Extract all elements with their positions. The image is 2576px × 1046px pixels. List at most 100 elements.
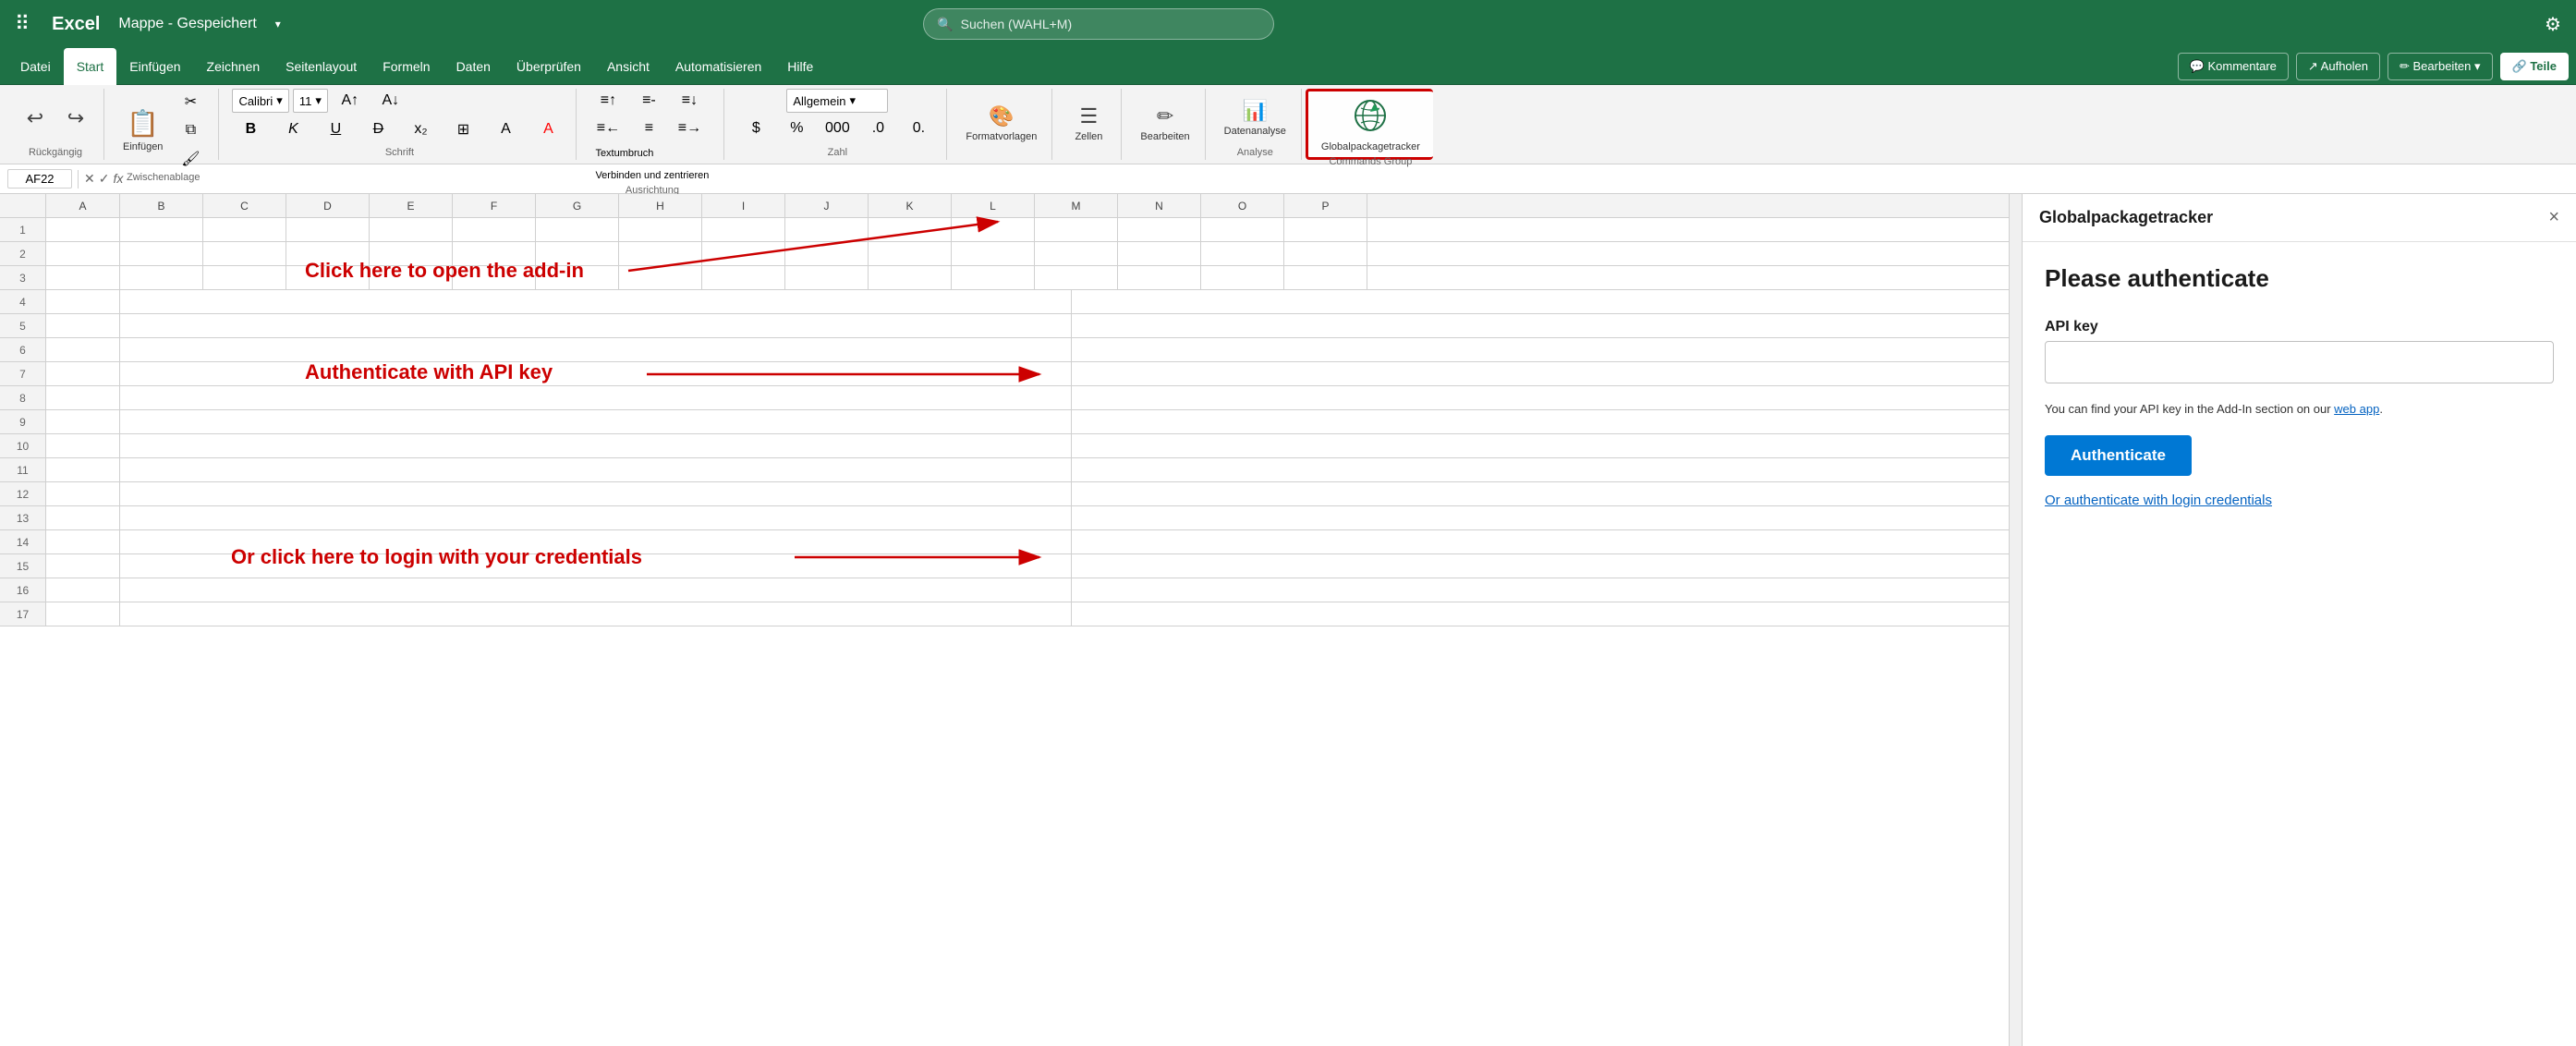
percent-button[interactable]: % bbox=[778, 116, 815, 140]
cell-H3[interactable] bbox=[619, 266, 702, 289]
redo-button[interactable]: ↪ bbox=[57, 103, 94, 134]
cell-A11[interactable] bbox=[46, 458, 120, 481]
cell-N3[interactable] bbox=[1118, 266, 1201, 289]
col-header-D[interactable]: D bbox=[286, 194, 370, 217]
cell-A8[interactable] bbox=[46, 386, 120, 409]
cell-wide-11[interactable] bbox=[120, 458, 1072, 481]
cell-wide-12[interactable] bbox=[120, 482, 1072, 505]
cell-A6[interactable] bbox=[46, 338, 120, 361]
align-right-button[interactable]: ≡→ bbox=[671, 116, 708, 140]
cell-wide-15[interactable] bbox=[120, 554, 1072, 578]
cell-H2[interactable] bbox=[619, 242, 702, 265]
format-templates-button[interactable]: 🎨 Formatvorlagen bbox=[960, 101, 1042, 146]
globalpackagetracker-button[interactable]: Globalpackagetracker bbox=[1316, 95, 1426, 156]
cell-I2[interactable] bbox=[702, 242, 785, 265]
cell-C2[interactable] bbox=[203, 242, 286, 265]
web-app-link[interactable]: web app bbox=[2334, 402, 2379, 416]
strikethrough-button[interactable]: D bbox=[359, 117, 396, 141]
cell-K2[interactable] bbox=[869, 242, 952, 265]
col-header-C[interactable]: C bbox=[203, 194, 286, 217]
tab-seitenlayout[interactable]: Seitenlayout bbox=[273, 48, 370, 85]
col-header-L[interactable]: L bbox=[952, 194, 1035, 217]
cell-D2[interactable] bbox=[286, 242, 370, 265]
waffle-icon[interactable]: ⠿ bbox=[15, 12, 30, 36]
cell-L1[interactable] bbox=[952, 218, 1035, 241]
cell-C3[interactable] bbox=[203, 266, 286, 289]
cell-A4[interactable] bbox=[46, 290, 120, 313]
cell-F2[interactable] bbox=[453, 242, 536, 265]
cell-J3[interactable] bbox=[785, 266, 869, 289]
col-header-H[interactable]: H bbox=[619, 194, 702, 217]
font-color-button[interactable]: A bbox=[529, 117, 566, 141]
cell-J1[interactable] bbox=[785, 218, 869, 241]
font-family-selector[interactable]: Calibri ▾ bbox=[232, 89, 288, 113]
formula-confirm-icon[interactable]: ✓ bbox=[99, 171, 110, 187]
close-panel-button[interactable]: × bbox=[2548, 207, 2559, 228]
data-analysis-button[interactable]: 📊 Datenanalyse bbox=[1219, 95, 1292, 140]
align-left-button[interactable]: ≡← bbox=[589, 116, 626, 140]
cell-A2[interactable] bbox=[46, 242, 120, 265]
teilen-button[interactable]: 🔗 Teile bbox=[2500, 53, 2569, 80]
cell-E1[interactable] bbox=[370, 218, 453, 241]
tab-zeichnen[interactable]: Zeichnen bbox=[194, 48, 273, 85]
cell-P2[interactable] bbox=[1284, 242, 1367, 265]
col-header-O[interactable]: O bbox=[1201, 194, 1284, 217]
fill-color-button[interactable]: A bbox=[487, 117, 524, 141]
wrap-text-button[interactable]: Textumbruch bbox=[589, 144, 659, 163]
cell-P3[interactable] bbox=[1284, 266, 1367, 289]
italic-button[interactable]: K bbox=[274, 117, 311, 141]
subscript-button[interactable]: x₂ bbox=[402, 117, 439, 141]
kommentare-button[interactable]: 💬 Kommentare bbox=[2178, 53, 2289, 80]
decimal-dec-button[interactable]: 0. bbox=[900, 116, 937, 140]
cell-A7[interactable] bbox=[46, 362, 120, 385]
cell-A13[interactable] bbox=[46, 506, 120, 529]
cell-D3[interactable] bbox=[286, 266, 370, 289]
cell-wide-14[interactable] bbox=[120, 530, 1072, 553]
cell-G1[interactable] bbox=[536, 218, 619, 241]
bearbeiten-button[interactable]: ✏ Bearbeiten ▾ bbox=[2388, 53, 2493, 80]
cell-O1[interactable] bbox=[1201, 218, 1284, 241]
cell-wide-16[interactable] bbox=[120, 578, 1072, 602]
tab-datei[interactable]: Datei bbox=[7, 48, 64, 85]
cell-B4-wide[interactable] bbox=[120, 290, 1072, 313]
cell-E3[interactable] bbox=[370, 266, 453, 289]
tab-einfuegen[interactable]: Einfügen bbox=[116, 48, 193, 85]
borders-button[interactable]: ⊞ bbox=[444, 116, 481, 142]
col-header-F[interactable]: F bbox=[453, 194, 536, 217]
cell-I3[interactable] bbox=[702, 266, 785, 289]
cell-A12[interactable] bbox=[46, 482, 120, 505]
cell-A1[interactable] bbox=[46, 218, 120, 241]
cell-wide-8[interactable] bbox=[120, 386, 1072, 409]
cell-wide-10[interactable] bbox=[120, 434, 1072, 457]
cell-wide-6[interactable] bbox=[120, 338, 1072, 361]
align-top-button[interactable]: ≡↑ bbox=[589, 89, 626, 113]
number-format-selector[interactable]: Allgemein ▾ bbox=[786, 89, 888, 113]
or-authenticate-link[interactable]: Or authenticate with login credentials bbox=[2045, 493, 2554, 508]
tab-ansicht[interactable]: Ansicht bbox=[594, 48, 662, 85]
tab-formeln[interactable]: Formeln bbox=[370, 48, 443, 85]
cell-A16[interactable] bbox=[46, 578, 120, 602]
col-header-I[interactable]: I bbox=[702, 194, 785, 217]
cut-button[interactable]: ✂ bbox=[172, 89, 209, 115]
cell-wide-7[interactable] bbox=[120, 362, 1072, 385]
col-header-K[interactable]: K bbox=[869, 194, 952, 217]
cell-reference[interactable]: AF22 bbox=[7, 169, 72, 189]
cell-B3[interactable] bbox=[120, 266, 203, 289]
align-middle-button[interactable]: ≡- bbox=[630, 89, 667, 113]
search-box[interactable]: 🔍 Suchen (WAHL+M) bbox=[923, 8, 1274, 40]
cell-F3[interactable] bbox=[453, 266, 536, 289]
cell-M1[interactable] bbox=[1035, 218, 1118, 241]
cell-M2[interactable] bbox=[1035, 242, 1118, 265]
cell-M3[interactable] bbox=[1035, 266, 1118, 289]
aufholen-button[interactable]: ↗ Aufholen bbox=[2296, 53, 2380, 80]
formula-cancel-icon[interactable]: ✕ bbox=[84, 171, 95, 187]
currency-button[interactable]: $ bbox=[737, 116, 774, 140]
col-header-N[interactable]: N bbox=[1118, 194, 1201, 217]
cell-wide-5[interactable] bbox=[120, 314, 1072, 337]
tab-start[interactable]: Start bbox=[64, 48, 117, 85]
cell-O2[interactable] bbox=[1201, 242, 1284, 265]
cell-G2[interactable] bbox=[536, 242, 619, 265]
merge-center-button[interactable]: Verbinden und zentrieren bbox=[589, 166, 714, 185]
settings-icon[interactable]: ⚙ bbox=[2545, 13, 2561, 36]
underline-button[interactable]: U bbox=[317, 117, 354, 141]
